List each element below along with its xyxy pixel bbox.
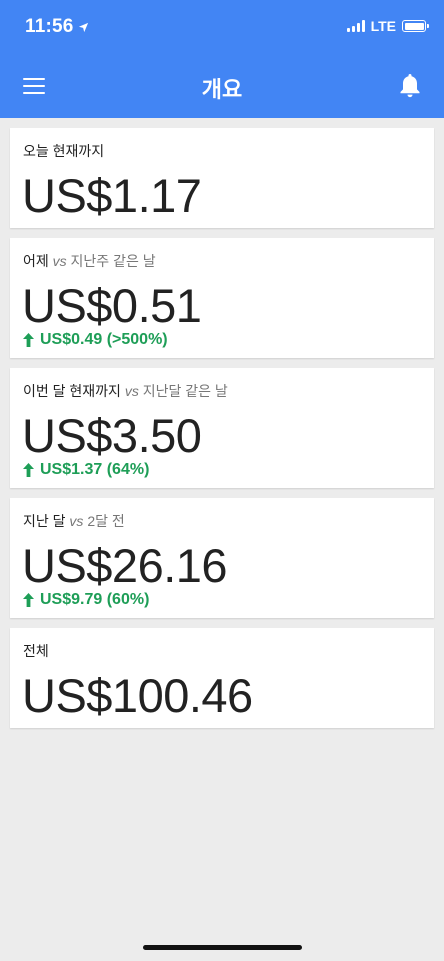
card-value: US$3.50 [22, 409, 202, 462]
card-yesterday[interactable]: 어제 vs 지난주 같은 날 US$0.51 US$0.49 (>500%) [10, 238, 434, 358]
card-today[interactable]: 오늘 현재까지 US$1.17 [10, 128, 434, 228]
status-time: 11:56 [25, 16, 89, 38]
card-change: US$1.37 (64%) [23, 461, 149, 479]
card-value: US$1.17 [22, 169, 202, 222]
card-value: US$100.46 [22, 669, 253, 722]
clock-text: 11:56 [25, 16, 74, 37]
arrow-up-icon [23, 333, 34, 347]
summary-cards: 오늘 현재까지 US$1.17 어제 vs 지난주 같은 날 US$0.51 U… [10, 128, 434, 738]
card-change: US$0.49 (>500%) [23, 331, 168, 349]
cellular-signal-icon [346, 20, 365, 32]
app-header: 11:56 LTE 개요 [0, 0, 444, 118]
arrow-up-icon [23, 463, 34, 477]
card-label: 전체 [23, 643, 49, 659]
card-total[interactable]: 전체 US$100.46 [10, 628, 434, 728]
card-change: US$9.79 (60%) [23, 591, 149, 609]
bell-icon[interactable] [398, 72, 422, 99]
card-value: US$0.51 [22, 279, 202, 332]
battery-icon [402, 20, 429, 32]
app-bar: 개요 [0, 56, 444, 118]
card-this-month[interactable]: 이번 달 현재까지 vs 지난달 같은 날 US$3.50 US$1.37 (6… [10, 368, 434, 488]
card-value: US$26.16 [22, 539, 228, 592]
home-indicator[interactable] [143, 945, 302, 950]
card-label: 이번 달 현재까지 vs 지난달 같은 날 [23, 383, 228, 399]
location-arrow-icon [78, 22, 88, 32]
arrow-up-icon [23, 593, 34, 607]
card-last-month[interactable]: 지난 달 vs 2달 전 US$26.16 US$9.79 (60%) [10, 498, 434, 618]
page-title: 개요 [201, 77, 243, 102]
network-type: LTE [370, 18, 396, 34]
card-label: 어제 vs 지난주 같은 날 [23, 253, 156, 269]
card-label: 오늘 현재까지 [23, 143, 105, 159]
status-bar: 11:56 LTE [0, 0, 444, 56]
status-indicators: LTE [346, 18, 429, 34]
card-label: 지난 달 vs 2달 전 [23, 513, 125, 529]
